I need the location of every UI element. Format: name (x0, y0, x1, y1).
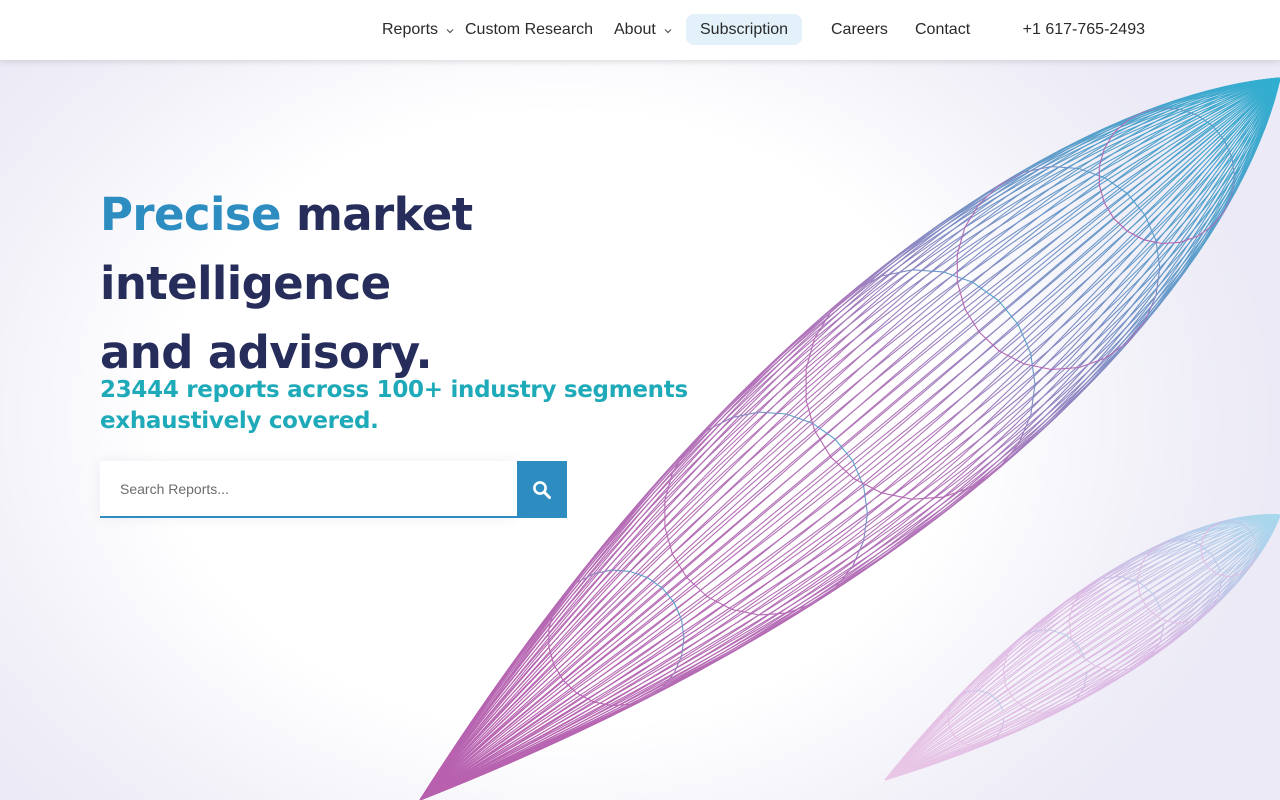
search-button[interactable] (517, 461, 567, 518)
search-form (100, 461, 567, 518)
phone-link[interactable]: +1 617-765-2493 (1023, 14, 1145, 45)
search-icon (533, 480, 551, 499)
nav-label-contact: Contact (915, 20, 971, 38)
nav-label-about: About (614, 20, 656, 38)
hero-subline: 23444 reports across 100+ industry segme… (100, 377, 688, 434)
art-curve (884, 514, 1280, 781)
nav-label-careers: Careers (831, 20, 888, 38)
nav-item-custom-research[interactable]: Custom Research (465, 14, 593, 45)
page: Reports Custom Research About Subscripti… (0, 0, 1280, 800)
nav-label-reports: Reports (382, 20, 439, 38)
hero-headline: Precise market intelligence and advisory… (100, 180, 760, 387)
search-input[interactable] (100, 461, 517, 518)
chevron-down-icon (446, 29, 454, 34)
hero: Precise market intelligence and advisory… (100, 180, 760, 387)
nav-item-reports[interactable]: Reports (382, 14, 456, 45)
chevron-down-icon (664, 29, 672, 34)
headline-line2: and advisory. (100, 326, 433, 379)
site-header: Reports Custom Research About Subscripti… (0, 0, 1280, 60)
headline-accent: Precise (100, 188, 282, 241)
nav-item-about[interactable]: About (614, 14, 674, 45)
nav-label-subscription: Subscription (700, 20, 789, 38)
nav-label-custom-research: Custom Research (465, 20, 594, 38)
nav-item-contact[interactable]: Contact (915, 14, 970, 45)
nav-item-subscription[interactable]: Subscription (686, 14, 803, 45)
nav-item-careers[interactable]: Careers (831, 14, 888, 45)
